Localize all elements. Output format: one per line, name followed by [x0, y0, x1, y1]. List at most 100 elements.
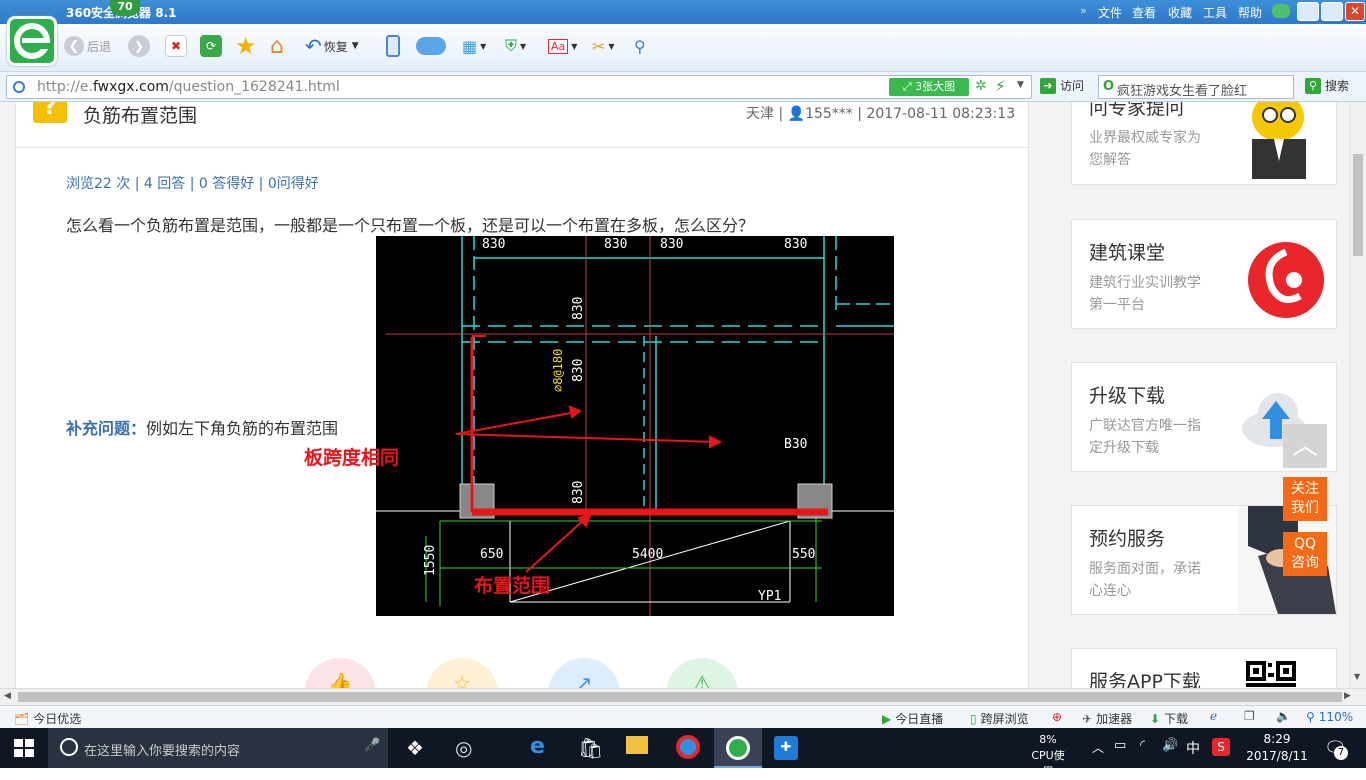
close-button[interactable]: ✕	[1345, 2, 1365, 21]
apps-button[interactable]: ▦ ▼	[462, 32, 486, 60]
scroll-left-arrow-icon[interactable]: ◀	[4, 691, 11, 701]
folder-icon[interactable]	[626, 736, 648, 754]
lightning-icon[interactable]: ⚡	[995, 77, 1006, 95]
glodon-app-icon[interactable]	[676, 735, 700, 759]
cross-screen-button[interactable]: ▯ 跨屏浏览	[970, 710, 1029, 727]
visit-button[interactable]: ➜ 访问	[1040, 77, 1084, 94]
url-prefix: http://e.	[37, 79, 93, 95]
find-button[interactable]: ⚲	[634, 32, 646, 60]
mobile-button[interactable]	[386, 32, 400, 60]
rocket-icon: ✈	[1082, 711, 1093, 726]
dropdown-icon: ▼	[480, 41, 487, 51]
task-view-icon[interactable]: ❖	[406, 736, 424, 760]
action-center-button[interactable]: 🗨 7	[1324, 738, 1348, 760]
vertical-scroll-thumb[interactable]	[1353, 154, 1363, 256]
restore-label: 恢复	[323, 39, 348, 54]
speaker-icon[interactable]: 🔊	[1162, 738, 1178, 753]
dropdown-icon: ▼	[520, 41, 527, 51]
tray-expand-icon[interactable]: ︿	[1092, 739, 1104, 756]
qq-consult-button[interactable]: QQ咨询	[1283, 532, 1327, 576]
store-icon[interactable]: 🛍	[578, 736, 603, 760]
today-picks-button[interactable]: 🗂 今日优选	[14, 710, 81, 727]
horizontal-scrollbar[interactable]: ◀ ▶	[0, 688, 1366, 705]
menu-help[interactable]: 帮助	[1238, 4, 1262, 21]
annotation-range: 布置范围	[474, 575, 551, 597]
vertical-scrollbar[interactable]: ▼	[1349, 102, 1366, 688]
edge-icon[interactable]: e	[530, 734, 545, 759]
card-ask-expert[interactable]: 问专家提问 业界最权威专家为您解答	[1071, 102, 1337, 185]
like-button[interactable]: 👍	[304, 658, 376, 688]
browser-360-icon	[726, 736, 750, 760]
cloud-button[interactable]	[416, 32, 446, 60]
dropdown-icon: ▼	[571, 41, 578, 51]
cross-app-icon[interactable]: ✚	[774, 736, 798, 760]
ie-icon[interactable]: ℯ	[1210, 709, 1217, 723]
menu-favorites[interactable]: 收藏	[1168, 4, 1192, 21]
star-outline-icon: ☆	[453, 671, 471, 688]
report-button[interactable]: ⚠	[666, 658, 738, 688]
url-field[interactable]: http://e.fwxgx.com/question_1628241.html…	[6, 75, 1032, 99]
refresh-button[interactable]: ⟳	[200, 32, 222, 60]
restore-button[interactable]: ↶ 恢复 ▼	[305, 32, 359, 60]
forward-arrow-icon: ❯	[128, 35, 150, 57]
search-placeholder: 疯狂游戏女生看了脸红	[1117, 84, 1248, 99]
cad-drawing[interactable]: 830 830 830 830 830 830 830 B30 650 5400…	[376, 236, 894, 616]
favorite-button[interactable]: ★	[235, 32, 257, 60]
follow-us-button[interactable]: 关注我们	[1283, 477, 1327, 521]
windows-start-icon[interactable]	[14, 739, 34, 757]
cpu-meter[interactable]: 8% CPU使用	[1026, 732, 1070, 780]
forward-button[interactable]: ❯	[128, 32, 150, 60]
browser-taskbar-button[interactable]	[714, 728, 762, 768]
live-label: 今日直播	[895, 712, 944, 726]
share-button[interactable]: ↗	[548, 658, 620, 688]
volume-icon[interactable]: 🔈	[1276, 709, 1291, 723]
accelerator-button[interactable]: ✈ 加速器	[1082, 710, 1132, 727]
scissors-icon: ✂	[592, 36, 606, 56]
security-button[interactable]: ⛨ ▼	[505, 32, 526, 60]
battery-icon[interactable]: ▭	[1114, 738, 1126, 753]
card-title: 服务APP下载	[1089, 671, 1201, 688]
download-icon: ⬇	[1150, 711, 1161, 726]
title-bar: 360安全浏览器 8.1 70 » 文件 查看 收藏 工具 帮助 ✕	[0, 0, 1366, 24]
zoom-button[interactable]: ⚲ 110%	[1306, 710, 1353, 724]
caret-up-icon: ︿	[1291, 431, 1318, 461]
back-to-top-button[interactable]: ︿	[1283, 424, 1327, 468]
plus-icon[interactable]: ⊕	[1052, 710, 1062, 724]
download-button[interactable]: ⬇ 下载	[1150, 710, 1188, 727]
favorite-question-button[interactable]: ☆	[426, 658, 498, 688]
scroll-right-arrow-icon[interactable]: ▶	[1344, 691, 1351, 701]
home-button[interactable]: ⌂	[270, 32, 284, 60]
live-button[interactable]: ▶ 今日直播	[882, 710, 943, 727]
screenshot-button[interactable]: ✂ ▼	[592, 32, 615, 60]
taskbar-search-box[interactable]: 在这里输入你要搜索的内容 🎤	[48, 728, 388, 768]
maximize-button[interactable]	[1321, 2, 1343, 21]
search-field[interactable]: O 疯狂游戏女生看了脸红	[1098, 75, 1294, 99]
stop-button[interactable]: ✖	[165, 32, 187, 60]
skin-icon[interactable]	[1272, 4, 1290, 18]
windows-icon[interactable]: ❐	[1244, 709, 1255, 723]
taskbar: 在这里输入你要搜索的内容 🎤 ❖ ◎ e 🛍 ✚ 8% CPU使用 ︿ ▭ ◜ …	[0, 728, 1366, 778]
back-button[interactable]: ❮ 后退	[64, 32, 111, 60]
menu-file[interactable]: 文件	[1098, 4, 1122, 21]
edge-swirl-icon[interactable]: ◎	[455, 736, 472, 760]
search-button[interactable]: ⚲ 搜索	[1305, 77, 1349, 94]
minimize-button[interactable]	[1297, 2, 1319, 21]
zoom-label: 110%	[1318, 710, 1354, 724]
url-dropdown-icon[interactable]: ▼	[1017, 80, 1024, 90]
scroll-down-arrow-icon[interactable]: ▼	[1354, 672, 1360, 681]
sogou-icon[interactable]: S	[1212, 738, 1230, 756]
undo-icon: ↶	[305, 34, 322, 58]
translate-button[interactable]: Aa ▼	[548, 32, 577, 60]
ime-indicator[interactable]: 中	[1186, 738, 1200, 758]
clock[interactable]: 8:29 2017/8/11	[1242, 731, 1312, 765]
meta-user[interactable]: 155***	[805, 106, 853, 122]
bigimage-button[interactable]: ⤢ 3张大图	[889, 78, 969, 96]
card-app-download[interactable]: 服务APP下载	[1071, 648, 1337, 688]
cross-screen-label: 跨屏浏览	[980, 712, 1029, 726]
horizontal-scroll-thumb[interactable]	[18, 692, 1342, 702]
wifi-icon[interactable]: ◜	[1140, 738, 1145, 753]
card-course[interactable]: 建筑课堂 建筑行业实训教学第一平台	[1071, 219, 1337, 329]
menu-tools[interactable]: 工具	[1203, 4, 1227, 21]
menu-view[interactable]: 查看	[1132, 4, 1156, 21]
card-desc: 服务面对面，承诺心连心	[1089, 561, 1201, 599]
